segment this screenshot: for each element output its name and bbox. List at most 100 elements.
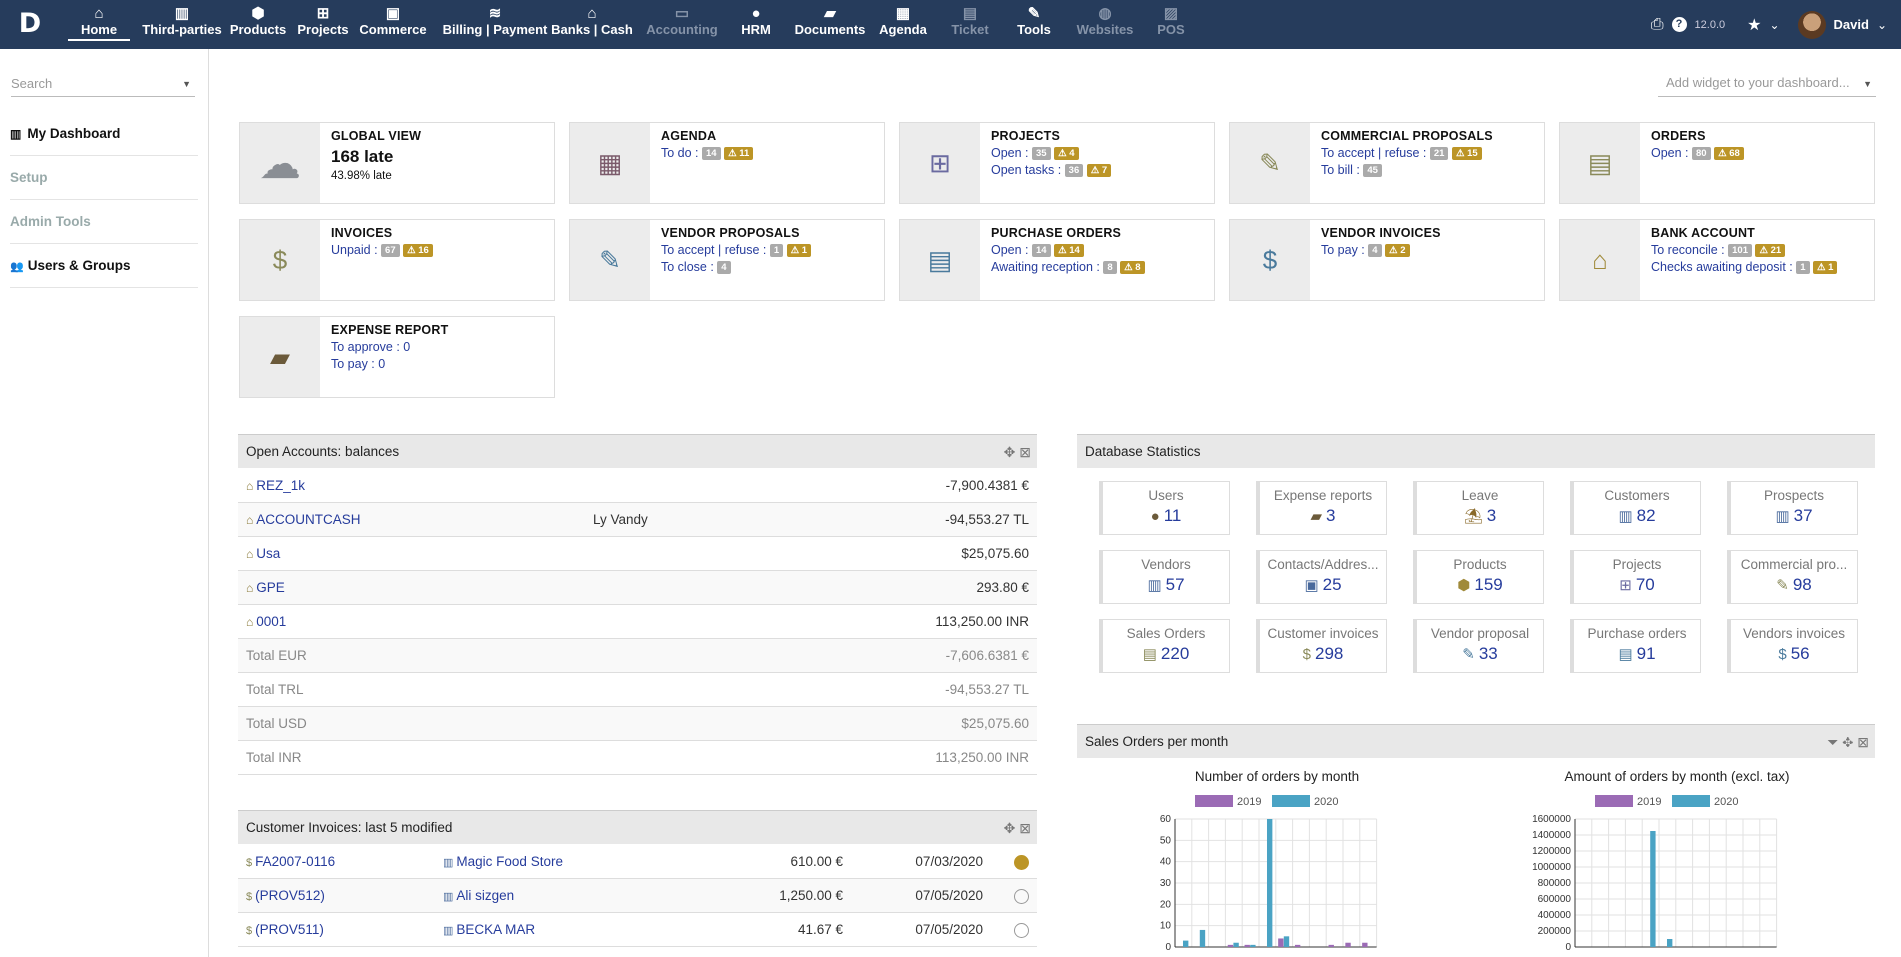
menu-item-commerce[interactable]: ▣ Commerce [350,0,436,49]
customer-link[interactable]: ▥ Magic Food Store [443,845,563,880]
box-line[interactable]: Awaiting reception : 8 ⚠ 8 [991,260,1208,274]
account-link[interactable]: ⌂ GPE [246,571,285,605]
print-icon[interactable]: ⎙ [1651,16,1664,34]
box-vendor-invoices[interactable]: $ VENDOR INVOICES To pay : 4 ⚠ 2 [1229,219,1545,301]
stat-prospects[interactable]: Prospects ▥ 37 [1727,481,1858,535]
stat-expense-reports[interactable]: Expense reports ▰ 3 [1256,481,1387,535]
sidebar-item-users-groups[interactable]: 👥 Users & Groups [10,244,198,288]
box-line[interactable]: To close : 4 [661,260,878,274]
account-owner[interactable]: Ly Vandy [593,503,648,537]
box-line[interactable]: To pay : 0 [331,357,548,371]
box-invoices[interactable]: $ INVOICES Unpaid : 67 ⚠ 16 [239,219,555,301]
box-line[interactable]: Open : 14 ⚠ 14 [991,243,1208,257]
menu-item-hrm[interactable]: ● HRM [726,0,786,49]
user-name[interactable]: David [1834,17,1869,32]
search-input[interactable]: Search ▼ [11,73,195,97]
bar[interactable] [1227,944,1234,947]
sidebar-item-setup[interactable]: Setup [10,156,198,200]
legend-swatch[interactable] [1672,795,1710,807]
box-line[interactable]: Open tasks : 36 ⚠ 7 [991,163,1208,177]
sidebar-item-admin-tools[interactable]: Admin Tools [10,200,198,244]
bookmark-chevron-icon[interactable]: ⌄ [1769,18,1779,32]
panel-move-close-icons[interactable]: ✥ ⊠ [1004,811,1031,845]
bar[interactable] [1244,944,1250,947]
stat-users[interactable]: Users ● 11 [1099,481,1230,535]
legend-label[interactable]: 2020 [1714,796,1738,808]
invoice-ref-link[interactable]: $ FA2007-0116 [246,845,335,880]
help-icon[interactable]: ? [1671,17,1687,32]
box-line[interactable]: Open : 80 ⚠ 68 [1651,146,1868,160]
bar[interactable] [1199,929,1206,947]
box-global-view[interactable]: ☁ GLOBAL VIEW 168 late 43.98% late [239,122,555,204]
bar[interactable] [1182,940,1189,947]
bookmark-star-icon[interactable]: ★ [1747,15,1761,35]
bar[interactable] [1233,942,1239,947]
box-line[interactable]: To do : 14 ⚠ 11 [661,146,878,160]
box-vendor-proposals[interactable]: ✎ VENDOR PROPOSALS To accept | refuse : … [569,219,885,301]
bar[interactable] [1650,831,1656,947]
stat-vendors-invoices[interactable]: Vendors invoices $56 [1727,619,1858,673]
stat-products[interactable]: Products ⬢ 159 [1413,550,1544,604]
stat-customer-invoices[interactable]: Customer invoices $298 [1256,619,1387,673]
panel-filter-move-close-icons[interactable]: ⏷ ✥ ⊠ [1827,725,1869,759]
menu-item-accounting[interactable]: ▭ Accounting [634,0,730,49]
bar[interactable] [1278,938,1284,947]
stat-vendors[interactable]: Vendors ▥ 57 [1099,550,1230,604]
bar[interactable] [1283,936,1290,947]
box-commercial-proposals[interactable]: ✎ COMMERCIAL PROPOSALS To accept | refus… [1229,122,1545,204]
user-chevron-icon[interactable]: ⌄ [1877,18,1887,32]
box-line[interactable]: To accept | refuse : 1 ⚠ 1 [661,243,878,257]
box-expense-report[interactable]: ▰ EXPENSE REPORT To approve : 0 To pay :… [239,316,555,398]
box-line[interactable]: Open : 35 ⚠ 4 [991,146,1208,160]
box-projects[interactable]: ⊞ PROJECTS Open : 35 ⚠ 4 Open tasks : 36… [899,122,1215,204]
add-widget-select[interactable]: Add widget to your dashboard... ▼ [1658,75,1876,97]
box-agenda[interactable]: ▦ AGENDA To do : 14 ⚠ 11 [569,122,885,204]
box-line[interactable]: To bill : 45 [1321,163,1538,177]
legend-label[interactable]: 2019 [1637,796,1661,808]
box-bank-account[interactable]: ⌂ BANK ACCOUNT To reconcile : 101 ⚠ 21 C… [1559,219,1875,301]
stat-projects[interactable]: Projects ⊞ 70 [1570,550,1701,604]
stat-sales-orders[interactable]: Sales Orders ▤ 220 [1099,619,1230,673]
box-line[interactable]: To reconcile : 101 ⚠ 21 [1651,243,1868,257]
invoice-ref-link[interactable]: $ (PROV512) [246,879,325,914]
bar[interactable] [1328,944,1334,947]
stat-commercial-pro[interactable]: Commercial pro... ✎ 98 [1727,550,1858,604]
sidebar-item-my-dashboard[interactable]: ▥ My Dashboard [10,112,198,156]
box-line[interactable]: To accept | refuse : 21 ⚠ 15 [1321,146,1538,160]
customer-link[interactable]: ▥ Ali sizgen [443,879,514,914]
menu-item-ticket[interactable]: ▤ Ticket [936,0,1004,49]
account-link[interactable]: ⌂ ACCOUNTCASH [246,503,361,537]
panel-move-close-icons[interactable]: ✥ ⊠ [1004,435,1031,469]
stat-leave[interactable]: Leave ⛱ 3 [1413,481,1544,535]
box-line[interactable]: Unpaid : 67 ⚠ 16 [331,243,548,257]
legend-swatch[interactable] [1272,795,1310,807]
invoice-ref-link[interactable]: $ (PROV511) [246,913,324,948]
bar[interactable] [1250,944,1256,947]
bar[interactable] [1666,939,1673,947]
menu-item-websites[interactable]: ◍ Websites [1062,0,1148,49]
menu-item-pos[interactable]: ▨ POS [1140,0,1202,49]
stat-vendor-proposal[interactable]: Vendor proposal ✎ 33 [1413,619,1544,673]
menu-item-tools[interactable]: ✎ Tools [1002,0,1066,49]
customer-link[interactable]: ▥ BECKA MAR [443,913,535,948]
search-chevron-icon[interactable]: ▼ [182,79,191,89]
bar[interactable] [1294,944,1301,947]
box-line[interactable]: To approve : 0 [331,340,548,354]
legend-label[interactable]: 2019 [1237,796,1261,808]
box-purchase-orders[interactable]: ▤ PURCHASE ORDERS Open : 14 ⚠ 14 Awaitin… [899,219,1215,301]
menu-item-projects[interactable]: ⊞ Projects [288,0,358,49]
account-link[interactable]: ⌂ 0001 [246,605,286,639]
menu-item-products[interactable]: ⬢ Products [218,0,298,49]
dolibarr-logo[interactable]: D [14,8,46,40]
box-line[interactable]: Checks awaiting deposit : 1 ⚠ 1 [1651,260,1868,274]
bar[interactable] [1362,942,1368,947]
bar[interactable] [1266,819,1273,947]
legend-swatch[interactable] [1595,795,1633,807]
menu-item-agenda[interactable]: ▦ Agenda [864,0,942,49]
box-line[interactable]: To pay : 4 ⚠ 2 [1321,243,1538,257]
stat-purchase-orders[interactable]: Purchase orders ▤ 91 [1570,619,1701,673]
bar[interactable] [1345,942,1351,947]
account-link[interactable]: ⌂ REZ_1k [246,469,305,503]
stat-contacts-addres[interactable]: Contacts/Addres... ▣ 25 [1256,550,1387,604]
menu-item-home[interactable]: ⌂ Home [68,0,130,49]
